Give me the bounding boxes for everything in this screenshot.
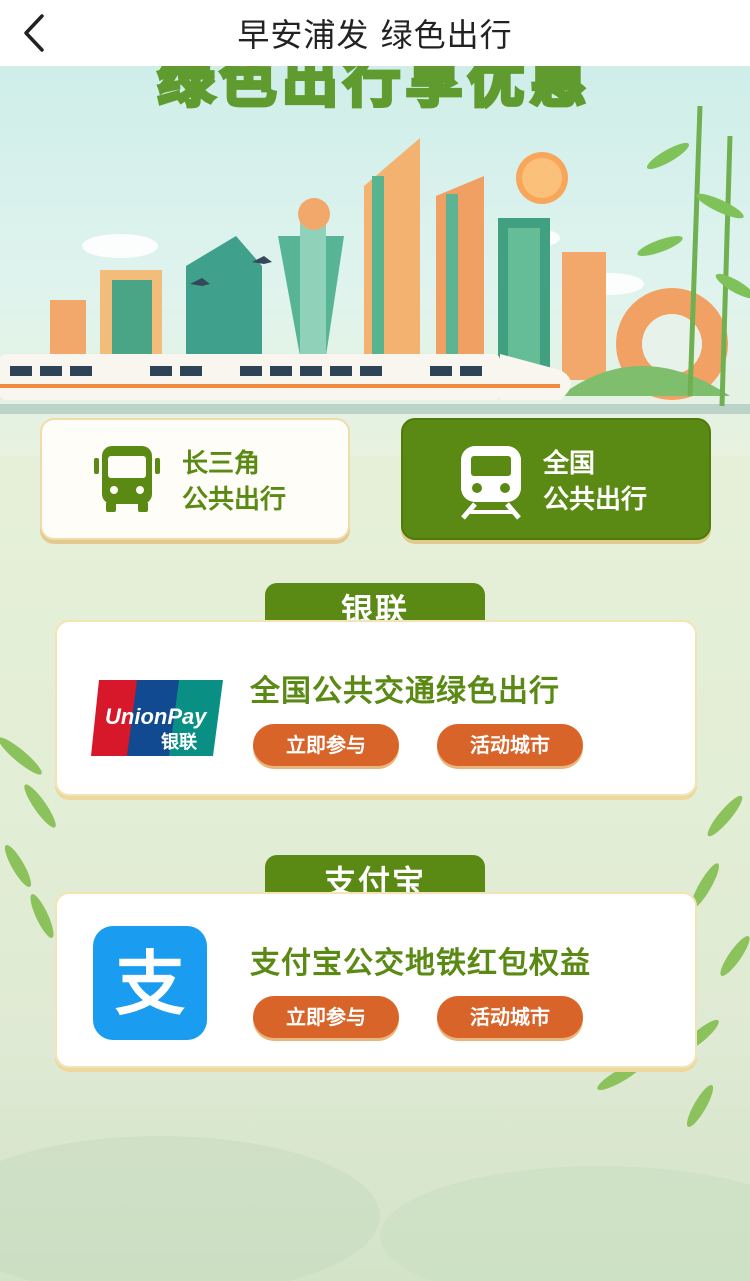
activity-cities-button[interactable]: 活动城市	[437, 996, 583, 1038]
tile-nationwide-transit[interactable]: 全国 公共出行	[401, 418, 711, 540]
join-now-button[interactable]: 立即参与	[253, 996, 399, 1038]
activity-cities-button[interactable]: 活动城市	[437, 724, 583, 766]
tile-label-line2: 公共出行	[182, 485, 287, 515]
tile-yangtze-delta-transit[interactable]: 长三角 公共出行	[40, 418, 350, 540]
section-title: 全国公共交通绿色出行	[250, 674, 560, 709]
svg-text:支: 支	[115, 943, 185, 1025]
bus-icon	[94, 446, 160, 512]
tile-label-line1: 长三角	[182, 449, 261, 479]
tile-label-line1: 全国	[543, 449, 596, 479]
banner-illustration: 绿色出行享优惠	[0, 66, 750, 456]
tile-label: 全国 公共出行	[543, 446, 647, 518]
tile-label: 长三角 公共出行	[182, 446, 286, 518]
unionpay-card: UnionPay 银联 全国公共交通绿色出行 立即参与 活动城市	[55, 620, 697, 796]
top-nav-bar: 早安浦发 绿色出行	[0, 0, 750, 66]
unionpay-logo: UnionPay 银联	[91, 680, 223, 756]
banner-headline: 绿色出行享优惠	[156, 66, 592, 115]
train-icon	[461, 446, 521, 520]
svg-text:UnionPay: UnionPay	[105, 704, 208, 729]
section-title: 支付宝公交地铁红包权益	[250, 946, 591, 981]
alipay-card: 支 支付宝公交地铁红包权益 立即参与 活动城市	[55, 892, 697, 1068]
alipay-logo: 支	[93, 926, 207, 1040]
city-skyline-illustration	[0, 105, 750, 414]
page-title: 早安浦发 绿色出行	[237, 16, 513, 54]
join-now-button[interactable]: 立即参与	[253, 724, 399, 766]
tile-label-line2: 公共出行	[543, 485, 648, 515]
svg-text:银联: 银联	[161, 731, 197, 753]
